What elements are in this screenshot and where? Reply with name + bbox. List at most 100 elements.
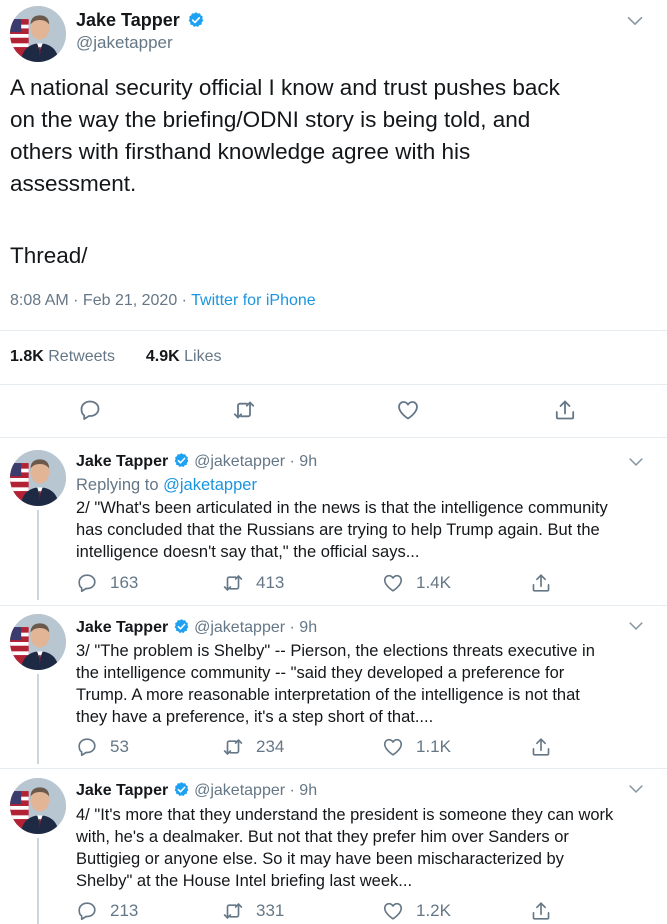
thread-connector	[37, 838, 39, 924]
retweet-icon	[222, 900, 244, 922]
handle-time[interactable]: @jaketapper · 9h	[194, 782, 317, 799]
likes-label: Likes	[184, 348, 222, 365]
like-action[interactable]: 1.2K	[382, 900, 451, 922]
share-icon[interactable]	[530, 572, 552, 594]
reply-icon[interactable]	[78, 398, 102, 422]
tweet-text-line: on the way the briefing/ODNI story is be…	[10, 107, 531, 132]
tweet-text-thread: Thread/	[10, 243, 88, 268]
share-icon[interactable]	[530, 736, 552, 758]
heart-icon[interactable]	[396, 398, 420, 422]
tweet-text-line: they have a preference, it's a step shor…	[76, 708, 434, 726]
retweet-icon	[222, 572, 244, 594]
tweet-text-line: intelligence doesn't say that," the offi…	[76, 543, 420, 561]
chevron-down-icon[interactable]	[626, 616, 646, 636]
retweet-action[interactable]: 413	[222, 572, 284, 594]
tweet-text-line: assessment.	[10, 171, 137, 196]
like-count: 1.4K	[416, 573, 451, 592]
avatar-image	[10, 614, 66, 670]
tweet-text: 3/ "The problem is Shelby" -- Pierson, t…	[76, 640, 595, 728]
thread-connector	[37, 510, 39, 600]
like-action[interactable]: 1.1K	[382, 736, 451, 758]
reply-count: 53	[110, 737, 129, 756]
heart-icon	[382, 736, 404, 758]
likes-count: 4.9K	[145, 348, 180, 365]
tweet-text: A national security official I know and …	[10, 72, 660, 200]
retweets-count: 1.8K	[10, 348, 44, 365]
heart-icon	[382, 572, 404, 594]
divider	[0, 437, 667, 438]
tweet-text: 2/ "What's been articulated in the news …	[76, 497, 608, 563]
tweet-text-line: with, he's a dealmaker. But not that the…	[76, 828, 569, 846]
author-name[interactable]: Jake Tapper	[76, 10, 180, 30]
like-action[interactable]: 1.4K	[382, 572, 451, 594]
avatar-image	[10, 6, 66, 62]
reply-header: Jake Tapper @jaketapper · 9h	[76, 618, 317, 638]
author-name[interactable]: Jake Tapper	[76, 619, 168, 636]
tweet-source-link[interactable]: Twitter for iPhone	[191, 292, 316, 309]
reply-action[interactable]: 53	[76, 736, 129, 758]
share-icon[interactable]	[553, 398, 577, 422]
tweet-text-line: others with firsthand knowledge agree wi…	[10, 139, 471, 164]
chevron-down-icon[interactable]	[626, 779, 646, 799]
author-name[interactable]: Jake Tapper	[76, 453, 168, 470]
divider	[0, 330, 667, 331]
tweet-text-line: has concluded that the Russians are tryi…	[76, 521, 600, 539]
retweets-label: Retweets	[48, 348, 115, 365]
reply-action[interactable]: 213	[76, 900, 138, 922]
verified-badge-icon	[173, 781, 190, 798]
retweet-action[interactable]: 331	[222, 900, 284, 922]
reply-icon	[76, 572, 98, 594]
tweet-text-line: 2/ "What's been articulated in the news …	[76, 499, 608, 517]
author-name[interactable]: Jake Tapper	[76, 782, 168, 799]
reply-header: Jake Tapper @jaketapper · 9h	[76, 452, 317, 472]
reply-count: 213	[110, 901, 139, 920]
replying-to: Replying to @jaketapper	[76, 474, 257, 496]
tweet-meta: 8:08 AM · Feb 21, 2020 · Twitter for iPh…	[10, 290, 316, 312]
reply-icon	[76, 736, 98, 758]
likes-stat[interactable]: 4.9K Likes	[146, 348, 222, 365]
reply-header: Jake Tapper @jaketapper · 9h	[76, 781, 317, 801]
verified-badge-icon	[187, 11, 205, 29]
chevron-down-icon[interactable]	[624, 10, 646, 32]
reply-count: 163	[110, 573, 139, 592]
engagement-counts: 1.8K Retweets 4.9K Likes	[10, 346, 221, 368]
handle-time[interactable]: @jaketapper · 9h	[194, 619, 317, 636]
thread-connector	[37, 674, 39, 764]
reply-icon	[76, 900, 98, 922]
tweet-text-line: the intelligence community -- "said they…	[76, 664, 565, 682]
tweet-text-line: 3/ "The problem is Shelby" -- Pierson, t…	[76, 642, 595, 660]
verified-badge-icon	[173, 618, 190, 635]
retweet-icon[interactable]	[232, 398, 256, 422]
share-icon[interactable]	[530, 900, 552, 922]
tweet-timestamp[interactable]: 8:08 AM · Feb 21, 2020 ·	[10, 292, 191, 309]
tweet-text-line: Shelby" at the House Intel briefing last…	[76, 872, 413, 890]
author-avatar[interactable]	[10, 614, 66, 670]
retweets-stat[interactable]: 1.8K Retweets	[10, 348, 115, 365]
retweet-icon	[222, 736, 244, 758]
tweet-text: 4/ "It's more that they understand the p…	[76, 804, 613, 892]
avatar-image	[10, 778, 66, 834]
handle-time[interactable]: @jaketapper · 9h	[194, 453, 317, 470]
retweet-action[interactable]: 234	[222, 736, 284, 758]
retweet-count: 234	[256, 737, 285, 756]
like-count: 1.1K	[416, 737, 451, 756]
author-name-row: Jake Tapper	[76, 8, 205, 32]
replying-to-link[interactable]: @jaketapper	[163, 476, 257, 494]
divider	[0, 768, 667, 769]
divider	[0, 605, 667, 606]
author-avatar[interactable]	[10, 778, 66, 834]
heart-icon	[382, 900, 404, 922]
chevron-down-icon[interactable]	[626, 452, 646, 472]
retweet-count: 331	[256, 901, 285, 920]
author-avatar[interactable]	[10, 6, 66, 62]
retweet-count: 413	[256, 573, 285, 592]
verified-badge-icon	[173, 452, 190, 469]
author-handle[interactable]: @jaketapper	[76, 32, 173, 54]
replying-prefix: Replying to	[76, 476, 164, 494]
author-avatar[interactable]	[10, 450, 66, 506]
reply-action[interactable]: 163	[76, 572, 138, 594]
like-count: 1.2K	[416, 901, 451, 920]
tweet-text-line: Buttigieg or anyone else. So it may have…	[76, 850, 564, 868]
avatar-image	[10, 450, 66, 506]
divider	[0, 384, 667, 385]
